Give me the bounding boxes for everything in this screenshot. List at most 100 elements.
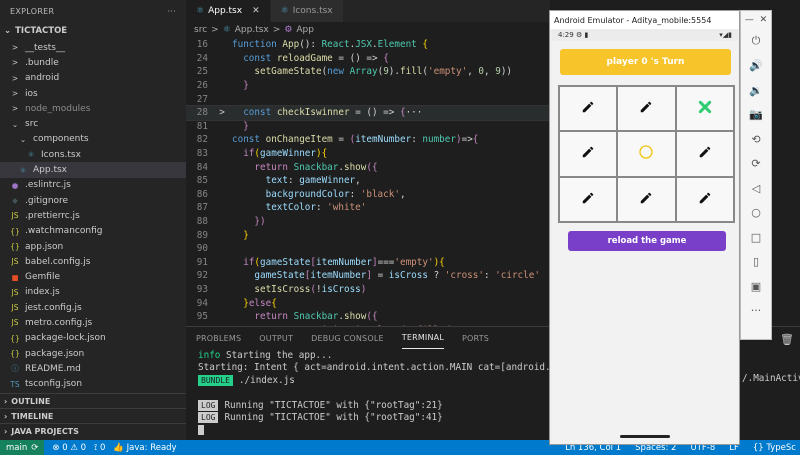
tree-item[interactable]: JS .prettierrc.js (0, 208, 186, 223)
board-cell[interactable] (675, 176, 734, 222)
board-cell[interactable] (559, 86, 618, 132)
chevron-down-icon: ⌄ (4, 26, 12, 36)
sync-icon[interactable]: ⟳ (31, 443, 38, 453)
branch-indicator[interactable]: main ⟳ (0, 440, 45, 455)
rotate-left-icon[interactable]: ⟲ (741, 127, 771, 152)
outline-section[interactable]: › OUTLINE (0, 393, 186, 408)
code-line[interactable]: 81 } (186, 120, 550, 134)
code-line[interactable]: 88 }) (186, 215, 550, 229)
tree-item[interactable]: > ios (0, 86, 186, 101)
code-line[interactable]: 25 setGameState(new Array(9).fill('empty… (186, 65, 550, 79)
tree-item[interactable]: {} package-lock.json (0, 331, 186, 346)
reload-button[interactable]: reload the game (568, 231, 726, 251)
panel-tab-ports[interactable]: PORTS (462, 327, 489, 349)
code-line[interactable]: 90 (186, 242, 550, 256)
tree-item[interactable]: JS jest.config.js (0, 300, 186, 315)
code-line[interactable]: 95 return Snackbar.show({ (186, 310, 550, 324)
tree-item[interactable]: {} .watchmanconfig (0, 224, 186, 239)
more-actions-icon[interactable]: ··· (167, 7, 176, 16)
minimize-icon[interactable]: — (745, 15, 754, 25)
tree-item[interactable]: ⌄ components (0, 132, 186, 147)
code-line[interactable]: 91 if(gameState[itemNumber]==='empty'){ (186, 256, 550, 270)
code-line[interactable]: 89 } (186, 228, 550, 242)
tree-item[interactable]: JS index.js (0, 285, 186, 300)
project-folder[interactable]: ⌄ TICTACTOE (0, 22, 186, 40)
home-icon[interactable]: ○ (741, 201, 771, 226)
board-cell[interactable] (559, 131, 618, 177)
tree-item[interactable]: {} app.json (0, 239, 186, 254)
board-cell[interactable] (559, 176, 618, 222)
tree-item[interactable]: ⚛ Icons.tsx (0, 147, 186, 162)
gesture-bar[interactable] (620, 435, 670, 438)
code-line[interactable]: 28 > const checkIswinner = () => {··· (186, 104, 550, 121)
code-line[interactable]: 24 const reloadGame = () => { (186, 52, 550, 66)
tree-item[interactable]: TS tsconfig.json (0, 377, 186, 392)
fold-icon[interactable]: > (212, 107, 232, 118)
panel-tab-terminal[interactable]: TERMINAL (401, 327, 445, 349)
panel-tab-problems[interactable]: PROBLEMS (196, 327, 241, 349)
problems-indicator[interactable]: ⊗ 0 ⚠ 0 (52, 443, 86, 453)
tree-item[interactable]: {} package.json (0, 346, 186, 361)
timeline-section[interactable]: › TIMELINE (0, 408, 186, 423)
code-line[interactable]: 83 if(gameWinner){ (186, 147, 550, 161)
board-cell[interactable] (617, 131, 676, 177)
code-editor[interactable]: 16 function App(): React.JSX.Element {24 … (186, 38, 550, 326)
tree-item[interactable]: ⌄ src (0, 116, 186, 131)
camera-icon[interactable]: 📷 (741, 103, 771, 128)
code-line[interactable]: 86 backgroundColor: 'black', (186, 188, 550, 202)
code-line[interactable]: 82 const onChangeItem = (itemNumber: numb… (186, 133, 550, 147)
tree-item[interactable]: ■ Gemfile (0, 269, 186, 284)
java-status[interactable]: 👍 Java: Ready (113, 443, 176, 453)
more-icon[interactable]: ··· (741, 299, 771, 324)
tab-icons-tsx[interactable]: ⚛ Icons.tsx (270, 0, 344, 22)
tab-app-tsx[interactable]: ⚛ App.tsx ✕ (186, 0, 271, 22)
tree-item[interactable]: ⚛ App.tsx (0, 162, 186, 178)
language-mode[interactable]: {} TypeSc (753, 443, 796, 453)
java-projects-section[interactable]: › JAVA PROJECTS (0, 423, 186, 438)
code-line[interactable]: 92 gameState[itemNumber] = isCross ? 'cr… (186, 269, 550, 283)
line-number: 95 (196, 311, 208, 323)
volume-up-icon[interactable]: 🔊 (741, 54, 771, 79)
code-line[interactable]: 27 (186, 92, 550, 106)
breadcrumb-src[interactable]: src (194, 25, 207, 35)
volume-down-icon[interactable]: 🔉 (741, 78, 771, 103)
tree-item[interactable]: > android (0, 71, 186, 86)
tree-item[interactable]: JS metro.config.js (0, 315, 186, 330)
tree-item[interactable]: ◆ .gitignore (0, 193, 186, 208)
code-line[interactable]: 84 return Snackbar.show({ (186, 160, 550, 174)
board-cell[interactable] (617, 176, 676, 222)
board-cell[interactable] (617, 86, 676, 132)
code-line[interactable]: 85 text: gameWinner, (186, 174, 550, 188)
tree-item[interactable]: ⓘ README.md (0, 361, 186, 376)
board-cell[interactable] (675, 131, 734, 177)
code-line[interactable]: 94 }else{ (186, 296, 550, 310)
close-icon[interactable]: ✕ (760, 15, 768, 25)
code-line[interactable]: 16 function App(): React.JSX.Element { (186, 38, 550, 52)
fold-icon[interactable]: ▯ (741, 250, 771, 275)
tree-item-label: node_modules (25, 103, 91, 114)
power-icon[interactable]: ⏻ (741, 29, 771, 54)
tree-item-label: package.json (25, 348, 85, 359)
trash-icon[interactable]: 🗑 (780, 333, 794, 346)
code-line[interactable]: 26 } (186, 79, 550, 93)
tree-item[interactable]: > .bundle (0, 55, 186, 70)
rotate-right-icon[interactable]: ⟳ (741, 152, 771, 177)
back-icon[interactable]: ◁ (741, 176, 771, 201)
code-line[interactable]: 87 textColor: 'white' (186, 201, 550, 215)
close-icon[interactable]: ✕ (252, 6, 260, 16)
breadcrumb-file[interactable]: App.tsx (235, 25, 269, 35)
tree-item[interactable]: JS babel.config.js (0, 254, 186, 269)
tree-item[interactable]: > __tests__ (0, 40, 186, 55)
file-icon: > (11, 73, 19, 83)
panel-tab-output[interactable]: OUTPUT (259, 327, 293, 349)
display-icon[interactable]: ▣ (741, 274, 771, 299)
board-cell[interactable] (675, 86, 734, 132)
panel-tab-debug-console[interactable]: DEBUG CONSOLE (311, 327, 384, 349)
ports-indicator[interactable]: ⟟ 0 (94, 443, 105, 453)
overview-icon[interactable]: □ (741, 225, 771, 250)
breadcrumb-symbol[interactable]: App (296, 25, 314, 35)
tree-item[interactable]: ● .eslintrc.js (0, 178, 186, 193)
pencil-icon (639, 191, 653, 208)
code-line[interactable]: 93 setIsCross(!isCross) (186, 283, 550, 297)
tree-item[interactable]: > node_modules (0, 101, 186, 116)
